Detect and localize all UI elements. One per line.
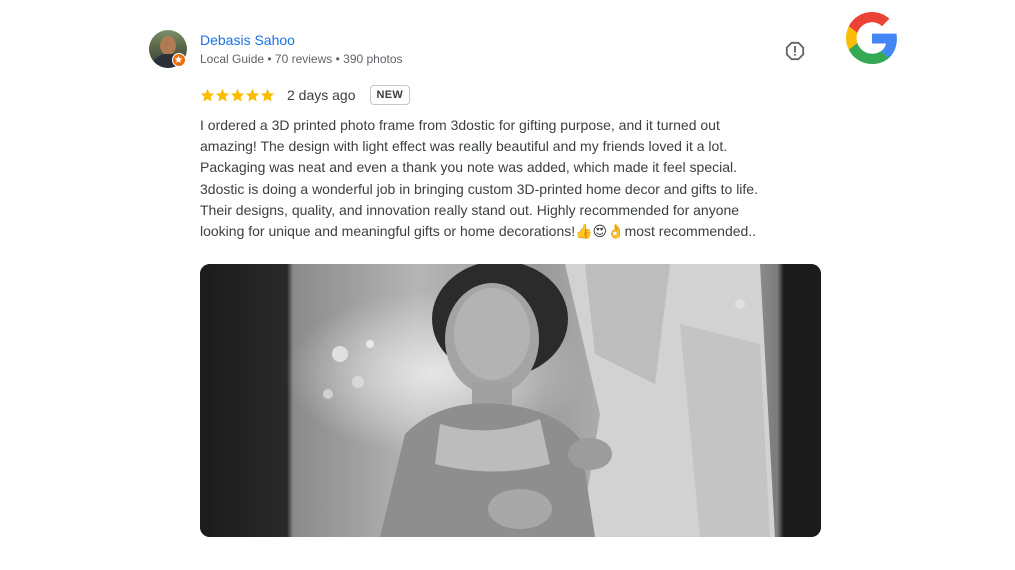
review-text-line: 3dostic is doing a wonderful job in brin… [200, 180, 758, 197]
reviewer-name-link[interactable]: Debasis Sahoo [200, 32, 295, 48]
avatar-face [160, 36, 176, 55]
new-badge: NEW [369, 85, 411, 105]
review-text: I ordered a 3D printed photo frame from … [200, 115, 825, 242]
local-guide-star-icon [172, 53, 186, 67]
review-text-line: I ordered a 3D printed photo frame from … [200, 117, 720, 133]
star-icon [215, 88, 230, 101]
star-icon [230, 88, 245, 101]
review-date: 2 days ago [287, 87, 356, 103]
review-text-line: amazing! The design with light effect wa… [200, 138, 728, 155]
google-logo-icon [846, 12, 898, 64]
rating-row: 2 days ago NEW [200, 83, 411, 107]
star-rating [200, 88, 275, 103]
review-text-line: looking for unique and meaningful gifts … [200, 223, 757, 240]
review-photo[interactable] [200, 264, 821, 537]
star-icon [260, 88, 275, 101]
review-text-line: Packaging was neat and even a thank you … [200, 159, 738, 176]
star-icon [200, 88, 215, 101]
review-text-line: Their designs, quality, and innovation r… [200, 201, 740, 218]
reviewer-meta: Local Guide • 70 reviews • 390 photos [200, 52, 403, 66]
report-flag-icon[interactable] [785, 41, 805, 61]
star-icon [245, 88, 260, 101]
